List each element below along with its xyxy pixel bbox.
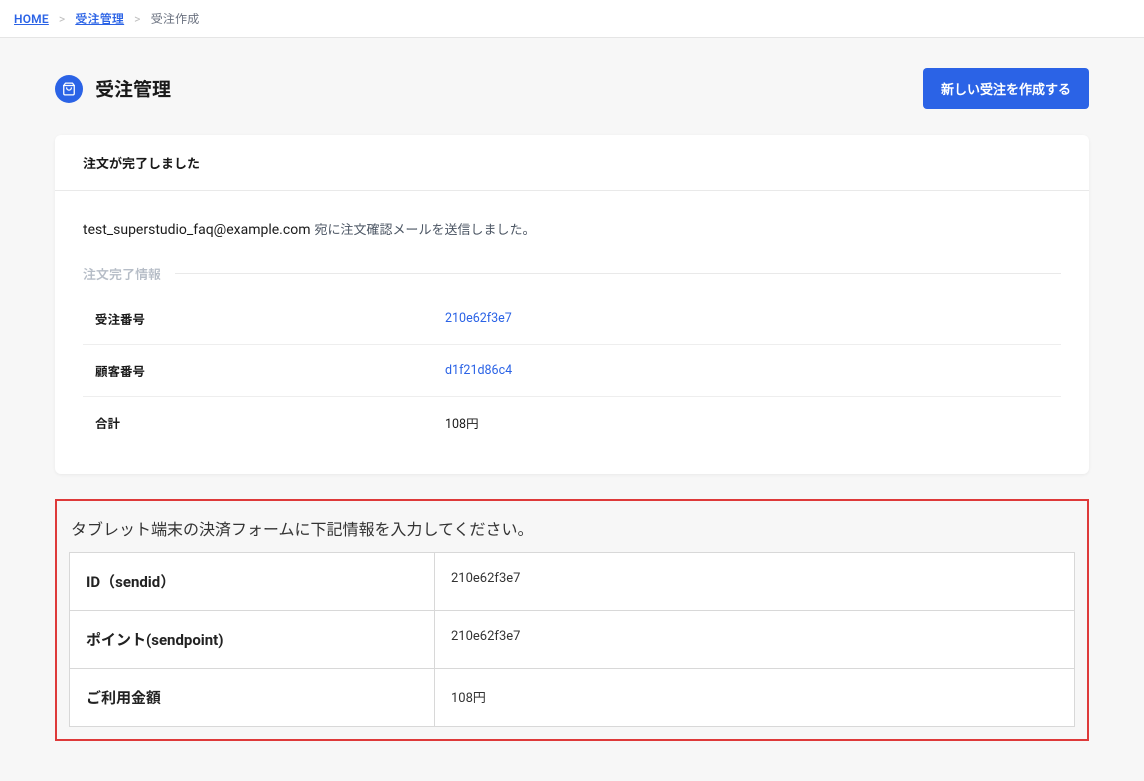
row-value: 210e62f3e7 [435,611,1074,668]
breadcrumb-home[interactable]: HOME [14,12,49,26]
section-label: 注文完了情報 [83,264,1061,283]
page-header: 受注管理 新しい受注を作成する [55,68,1089,109]
chevron-right-icon: > [134,12,140,26]
chevron-right-icon: > [59,12,65,26]
row-value: 108円 [445,413,479,432]
create-order-button[interactable]: 新しい受注を作成する [923,68,1089,109]
table-row: ポイント(sendpoint)210e62f3e7 [70,611,1074,669]
divider [175,273,1061,274]
row-key: ポイント(sendpoint) [70,611,435,668]
row-key: 受注番号 [95,309,445,328]
table-row: 合計108円 [83,397,1061,448]
tablet-info-table: ID（sendid）210e62f3e7ポイント(sendpoint)210e6… [69,552,1075,727]
tablet-instruction: タブレット端末の決済フォームに下記情報を入力してください。 [71,516,1075,540]
row-value: d1f21d86c4 [445,363,512,378]
breadcrumb: HOME > 受注管理 > 受注作成 [14,10,199,27]
row-key: 顧客番号 [95,361,445,380]
breadcrumb-current: 受注作成 [151,10,200,27]
table-row: 受注番号210e62f3e7 [83,293,1061,345]
page-title: 受注管理 [95,75,171,102]
recipient-email: test_superstudio_faq@example.com [83,222,310,238]
breadcrumb-bar: HOME > 受注管理 > 受注作成 [0,0,1144,38]
table-row: ご利用金額108円 [70,669,1074,726]
row-key: ご利用金額 [70,669,435,726]
row-value: 108円 [435,669,1074,726]
value-link[interactable]: 210e62f3e7 [445,311,512,326]
value-link[interactable]: d1f21d86c4 [445,363,512,378]
shopping-bag-icon [55,75,83,103]
email-sent-message: test_superstudio_faq@example.com 宛に注文確認メー… [83,219,1061,238]
breadcrumb-order-mgmt[interactable]: 受注管理 [75,10,124,27]
row-key: 合計 [95,413,445,432]
row-value: 210e62f3e7 [445,311,512,326]
row-value: 210e62f3e7 [435,553,1074,610]
order-complete-card: 注文が完了しました test_superstudio_faq@example.c… [55,135,1089,474]
section-label-text: 注文完了情報 [83,264,161,283]
row-key: ID（sendid） [70,553,435,610]
email-sent-tail: 宛に注文確認メールを送信しました。 [314,223,535,238]
tablet-payment-box: タブレット端末の決済フォームに下記情報を入力してください。 ID（sendid）… [55,499,1089,741]
card-heading: 注文が完了しました [55,135,1089,191]
order-info-table: 受注番号210e62f3e7顧客番号d1f21d86c4合計108円 [83,293,1061,448]
table-row: ID（sendid）210e62f3e7 [70,553,1074,611]
table-row: 顧客番号d1f21d86c4 [83,345,1061,397]
